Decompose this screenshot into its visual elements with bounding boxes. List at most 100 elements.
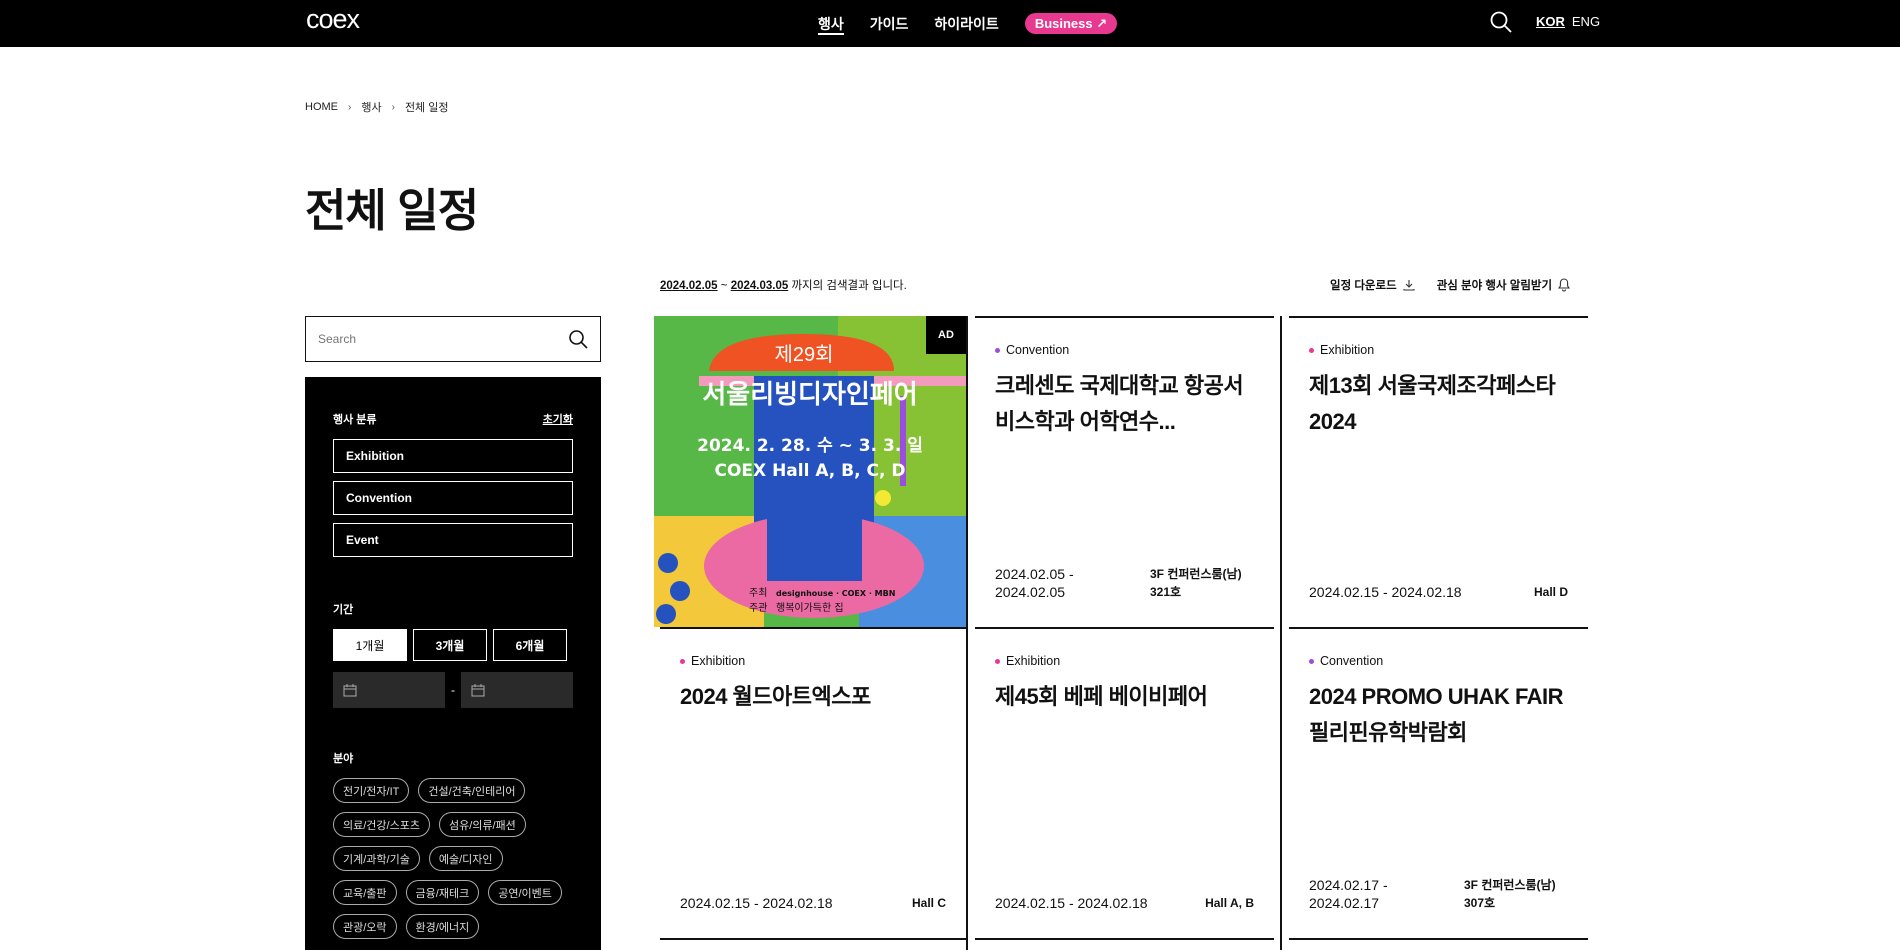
event-title: 제45회 베페 베이비페어 [995,684,1208,709]
coex-logo[interactable]: coex [306,4,360,35]
event-card[interactable]: Exhibition 2024 월드아트엑스포 2024.02.15 - 202… [660,627,966,938]
ad-badge: AD [926,316,966,354]
category-dot [1309,347,1314,353]
breadcrumb: HOME › 행사 › 전체 일정 [305,99,448,115]
event-date: 2024.02.15 - 2024.02.18 [680,895,833,911]
tag-machinery[interactable]: 기계/과학/기술 [333,846,420,871]
date-separator: - [451,683,455,697]
end-date-input[interactable] [461,672,573,708]
type-exhibition-button[interactable]: Exhibition [333,439,573,473]
nav-item-highlight[interactable]: 하이라이트 [934,0,998,47]
tag-electronics-it[interactable]: 전기/전자/IT [333,778,410,803]
schedule-actions: 일정 다운로드 관심 분야 행사 알림받기 [1330,277,1571,293]
period-1month-button[interactable]: 1개월 [333,629,407,661]
event-category: Convention [995,343,1069,357]
type-event-button[interactable]: Event [333,523,573,557]
period-label: 기간 [333,604,354,616]
tag-education[interactable]: 교육/출판 [333,880,397,905]
event-card[interactable]: Exhibition 제13회 서울국제조각페스타 2024 2024.02.1… [1289,316,1588,627]
event-date: 2024.02.15 - 2024.02.18 [995,895,1148,911]
event-category: Exhibition [1309,343,1374,357]
event-title: 제13회 서울국제조각페스타 2024 [1309,373,1556,434]
lang-kor[interactable]: KOR [1536,14,1565,29]
tag-tourism[interactable]: 관광/오락 [333,914,397,939]
ad-poster-image: 제29회 서울리빙디자인페어 2024. 2. 28. 수 ~ 3. 3. 일 … [654,316,966,627]
main-nav: 행사 가이드 하이라이트 Business ↗ [818,0,1118,47]
tag-medical[interactable]: 의료/건강/스포츠 [333,812,430,837]
event-category: Exhibition [680,654,745,668]
download-label: 일정 다운로드 [1330,280,1397,292]
download-schedule-button[interactable]: 일정 다운로드 [1330,277,1415,293]
event-card[interactable]: Convention 크레센도 국제대학교 항공서비스학과 어학연수... 20… [975,316,1274,627]
bell-icon [1558,278,1571,292]
start-date-input[interactable] [333,672,445,708]
row-divider [1289,938,1588,940]
event-location: 3F 컨퍼런스룸(남) 321호 [1150,567,1242,599]
ad-host-label: 주최 [749,587,767,599]
event-category-label: Convention [1006,343,1070,357]
business-button[interactable]: Business ↗ [1024,13,1118,34]
column-divider [1280,316,1282,950]
chevron-right-icon: › [391,101,395,113]
tag-performance[interactable]: 공연/이벤트 [488,880,562,905]
event-card[interactable]: Convention 2024 PROMO UHAK FAIR 필리핀유학박람회… [1289,627,1588,938]
ad-host: designhouse · COEX · MBN [776,589,895,598]
category-dot [995,347,1000,353]
date-range: - [333,672,573,708]
event-title: 크레센도 국제대학교 항공서비스학과 어학연수... [995,373,1244,434]
event-category-label: Exhibition [1006,654,1061,668]
event-category-label: Convention [1320,654,1384,668]
result-start-date: 2024.02.05 [660,280,718,292]
ad-banner-card[interactable]: 제29회 서울리빙디자인페어 2024. 2. 28. 수 ~ 3. 3. 일 … [654,316,966,627]
alert-label: 관심 분야 행사 알림받기 [1436,280,1553,292]
ad-theme-label: 주관 [749,602,767,614]
event-date: 2024.02.05 - 2024.02.05 [995,566,1074,600]
language-switch: KOR ENG [1536,14,1600,29]
ad-theme: 행복이가득한 집 [776,602,844,614]
tag-construction[interactable]: 건설/건축/인테리어 [418,778,526,803]
event-date: 2024.02.17 - 2024.02.17 [1309,877,1388,911]
event-category-label: Exhibition [1320,343,1375,357]
event-location: Hall A, B [1205,896,1254,910]
period-3month-button[interactable]: 3개월 [413,629,487,661]
breadcrumb-events[interactable]: 행사 [361,99,381,115]
type-convention-button[interactable]: Convention [333,481,573,515]
reset-button[interactable]: 초기화 [543,411,573,427]
calendar-icon [343,683,357,696]
event-date: 2024.02.15 - 2024.02.18 [1309,584,1462,600]
period-selector: 1개월 3개월 6개월 [333,629,573,661]
event-card[interactable]: Exhibition 제45회 베페 베이비페어 2024.02.15 - 20… [975,627,1274,938]
search-icon[interactable] [1489,10,1513,34]
ad-venue: COEX Hall A, B, C, D [715,461,906,481]
category-dot [680,658,685,664]
category-label: 행사 분류 [333,414,377,426]
tag-finance[interactable]: 금융/재테크 [405,880,480,905]
tag-art-design[interactable]: 예술/디자인 [428,846,503,871]
tag-textile[interactable]: 섬유/의류/패션 [438,812,526,837]
search-result-summary: 2024.02.05 ~ 2024.03.05 까지의 검색결과 입니다. [660,277,907,293]
event-category-label: Exhibition [691,654,746,668]
event-location: Hall C [911,896,946,910]
ad-name: 서울리빙디자인페어 [702,380,917,410]
calendar-icon [471,683,485,696]
search-icon[interactable] [568,329,588,349]
chevron-right-icon: › [348,101,352,113]
column-divider [966,316,968,950]
interest-alert-button[interactable]: 관심 분야 행사 알림받기 [1436,277,1571,293]
period-6month-button[interactable]: 6개월 [493,629,567,661]
lang-eng[interactable]: ENG [1572,14,1600,29]
result-suffix: 까지의 검색결과 입니다. [791,280,907,292]
event-location: Hall D [1533,585,1568,599]
breadcrumb-home[interactable]: HOME [305,101,338,113]
search-input[interactable] [318,332,538,346]
event-title: 2024 PROMO UHAK FAIR 필리핀유학박람회 [1309,684,1564,745]
row-divider [975,938,1274,940]
nav-item-events[interactable]: 행사 [818,0,844,47]
event-title: 2024 월드아트엑스포 [680,684,871,709]
nav-item-guide[interactable]: 가이드 [870,0,909,47]
top-navbar: coex 행사 가이드 하이라이트 Business ↗ KOR ENG [0,0,1900,47]
tag-environment[interactable]: 환경/에너지 [405,914,480,939]
result-end-date: 2024.03.05 [730,280,789,292]
page-title: 전체 일정 [305,185,479,236]
breadcrumb-current: 전체 일정 [404,102,449,114]
